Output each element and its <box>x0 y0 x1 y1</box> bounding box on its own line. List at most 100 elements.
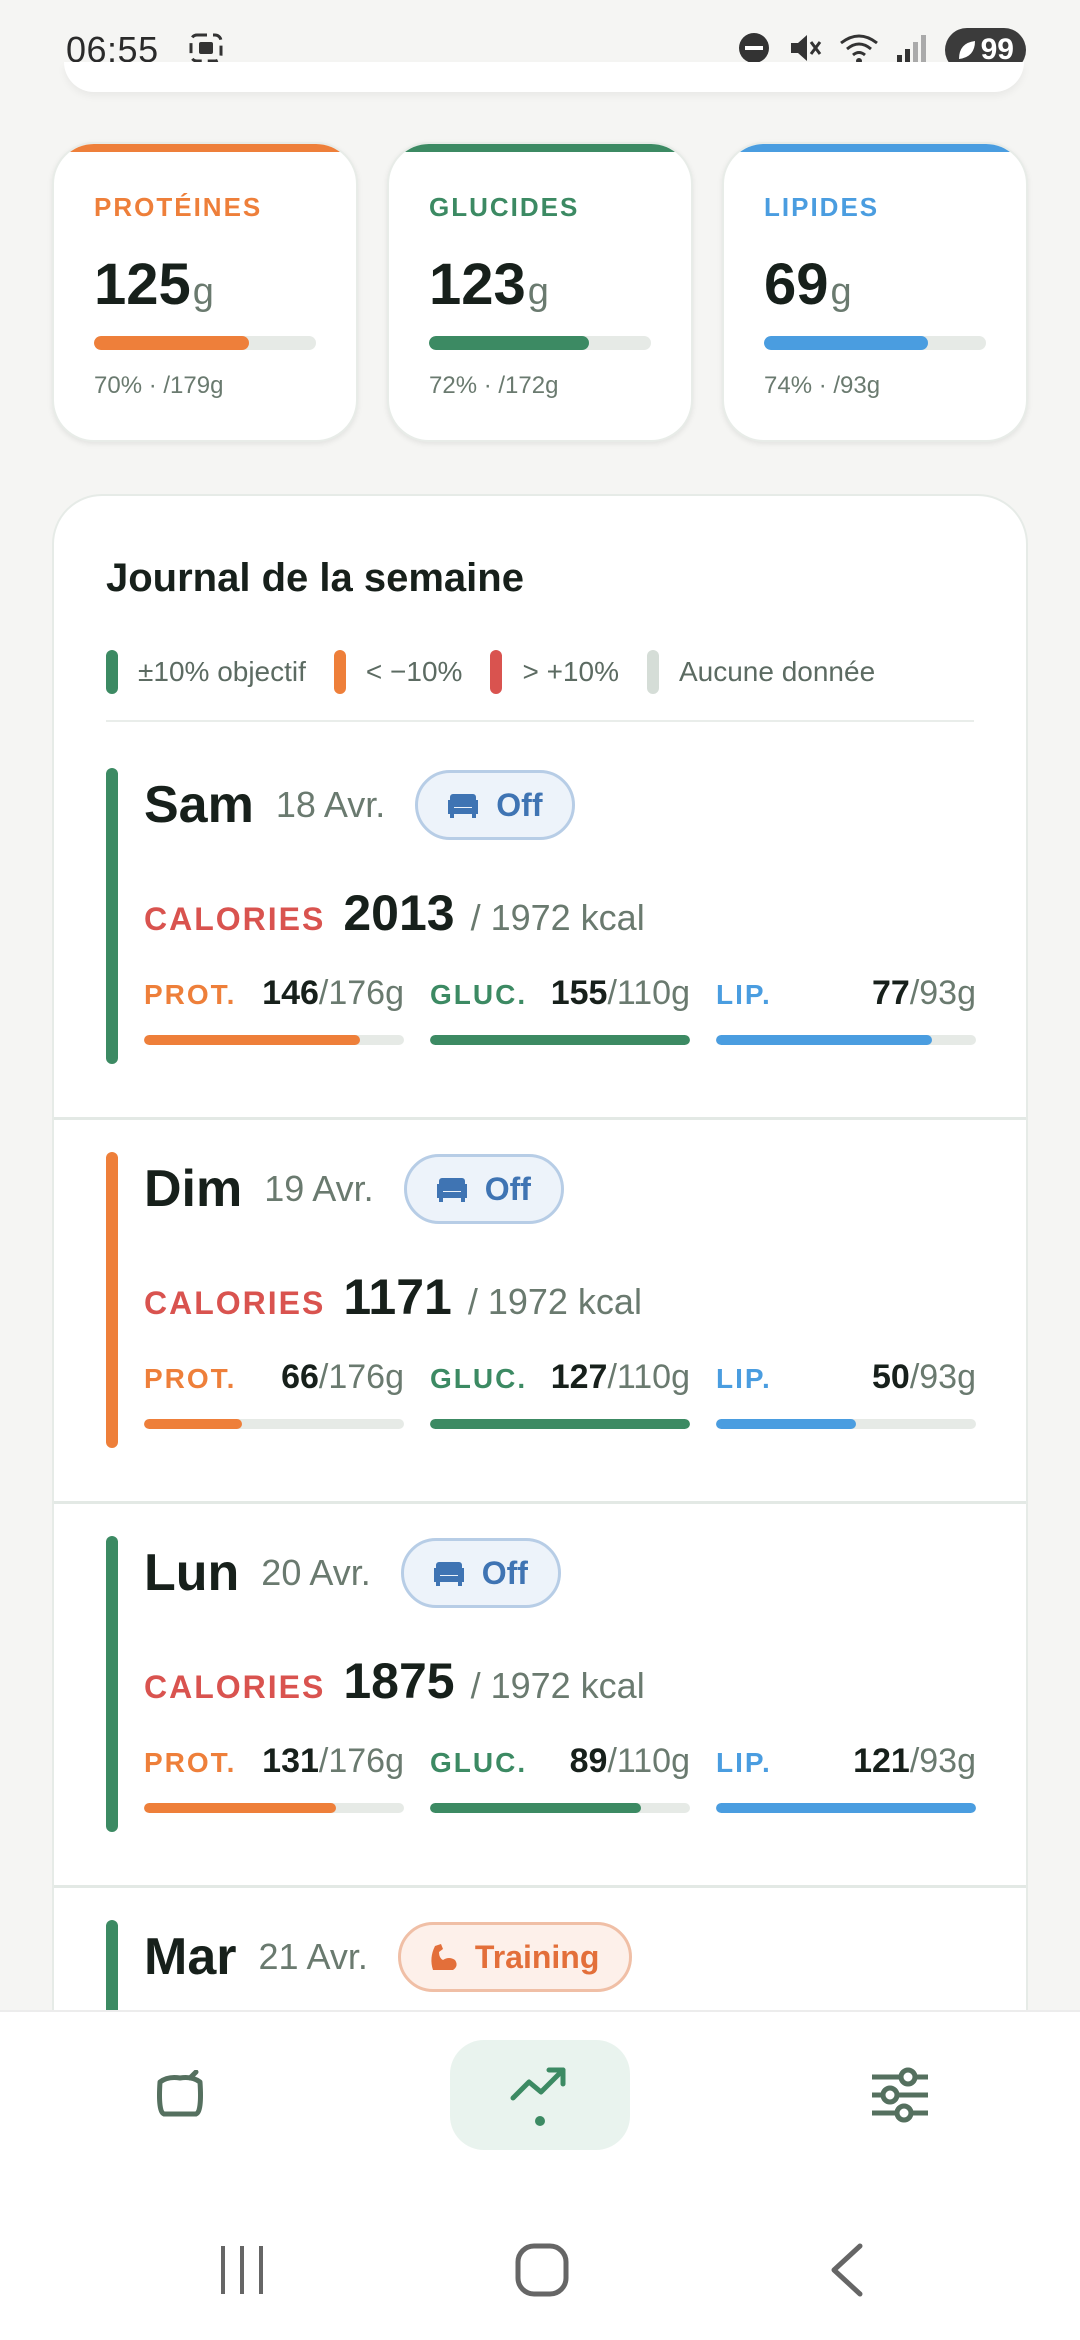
back-icon <box>831 2243 863 2297</box>
macro-accent <box>724 144 1026 152</box>
legend-swatch <box>490 650 503 694</box>
macro-progress-fill <box>430 1803 641 1813</box>
day-macro-fat: LIP. 121/93g <box>716 1742 976 1813</box>
calories-line: CALORIES 1875 / 1972 kcal <box>144 1652 645 1710</box>
active-indicator-dot <box>535 2116 545 2126</box>
calories-line: CALORIES 1171 / 1972 kcal <box>144 1268 642 1326</box>
calories-goal: / 1972 kcal <box>470 897 645 938</box>
sofa-icon <box>433 1562 464 1586</box>
macro-progress-fill <box>429 336 589 350</box>
day-type-badge[interactable]: Off <box>415 770 576 840</box>
recents-icon <box>221 2246 263 2294</box>
day-date: 19 Avr. <box>264 1168 374 1209</box>
legend-item-under: < −10% <box>333 650 462 694</box>
legend-swatch <box>106 650 118 694</box>
day-entry[interactable]: Lun 20 Avr. Off CALORIES 1875 / 1972 kca… <box>54 1504 1026 1888</box>
macro-progress-fill <box>430 1419 690 1429</box>
day-macro-carbs: GLUC. 89/110g <box>430 1742 690 1813</box>
food-icon <box>157 2070 203 2117</box>
macro-subtext: 70% · /179g <box>94 372 224 399</box>
legend-item-ok: ±10% objectif <box>106 650 306 694</box>
macro-subtext: 74% · /93g <box>764 372 881 399</box>
day-status-bar <box>106 1152 118 1448</box>
macro-progress-fill <box>716 1803 976 1813</box>
macro-progress-track <box>94 336 316 350</box>
calories-label: CALORIES <box>144 1669 326 1705</box>
leaf-icon <box>958 41 975 59</box>
day-macro-protein: PROT. 66/176g <box>144 1358 404 1429</box>
day-type-badge[interactable]: Off <box>403 1154 564 1224</box>
day-type-badge[interactable]: Off <box>400 1538 561 1608</box>
macro-progress-fill <box>764 336 929 350</box>
day-macro-protein: PROT. 146/176g <box>144 974 404 1045</box>
macro-progress-fill <box>144 1035 360 1045</box>
sofa-icon <box>448 794 479 818</box>
system-navigation <box>0 2190 1080 2340</box>
day-date: 20 Avr. <box>261 1552 371 1593</box>
macro-accent <box>389 144 691 152</box>
day-date: 18 Avr. <box>275 784 386 825</box>
macro-progress-fill <box>144 1419 242 1429</box>
home-icon <box>515 2243 569 2297</box>
divider <box>106 720 974 722</box>
bottom-navigation <box>0 2010 1080 2190</box>
legend-item-over: > +10% <box>490 650 619 694</box>
macro-card-carbs[interactable]: GLUCIDES 123g 72% · /172g <box>387 142 693 442</box>
calories-value: 2013 <box>343 885 455 941</box>
day-macros: PROT. 131/176g GLUC. 89/110g LIP. 121/93g <box>144 1742 976 1813</box>
macro-progress-fill <box>716 1419 857 1429</box>
day-macro-fat: LIP. 50/93g <box>716 1358 976 1429</box>
day-macros: PROT. 146/176g GLUC. 155/110g LIP. 77/93g <box>144 974 976 1045</box>
macro-progress-fill <box>716 1035 932 1045</box>
macro-name: GLUCIDES <box>429 192 580 222</box>
home-button[interactable] <box>502 2230 582 2310</box>
calories-goal: / 1972 kcal <box>467 1281 642 1322</box>
macro-subtext: 72% · /172g <box>429 372 559 399</box>
calories-value: 1875 <box>343 1653 455 1709</box>
macro-value: 123g <box>429 252 549 317</box>
nav-trends-button[interactable] <box>450 2040 630 2150</box>
day-name: Mar <box>144 1928 237 1986</box>
calories-line: CALORIES 2013 / 1972 kcal <box>144 884 645 942</box>
nav-settings-button[interactable] <box>810 2040 990 2150</box>
journal-title: Journal de la semaine <box>106 556 524 600</box>
macro-progress-fill <box>430 1035 690 1045</box>
legend-swatch <box>646 650 659 694</box>
macro-progress-track <box>764 336 986 350</box>
day-macros: PROT. 66/176g GLUC. 127/110g LIP. 50/93g <box>144 1358 976 1429</box>
legend-item-no-data: Aucune donnée <box>646 650 875 694</box>
macro-name: PROTÉINES <box>94 192 263 222</box>
macro-value: 125g <box>94 252 214 317</box>
legend-swatch <box>333 650 346 694</box>
journal-legend: ±10% objectif < −10% > +10% Aucune donné… <box>106 650 875 694</box>
day-status-bar <box>106 1536 118 1832</box>
day-name: Sam <box>144 776 254 834</box>
sofa-icon <box>436 1178 467 1202</box>
macro-name: LIPIDES <box>764 192 880 222</box>
recents-button[interactable] <box>202 2230 282 2310</box>
back-button[interactable] <box>806 2230 886 2310</box>
day-name: Lun <box>144 1544 240 1602</box>
calories-label: CALORIES <box>144 1285 326 1321</box>
day-macro-carbs: GLUC. 127/110g <box>430 1358 690 1429</box>
trend-icon <box>510 2067 566 2101</box>
day-entry[interactable]: Dim 19 Avr. Off CALORIES 1171 / 1972 kca… <box>54 1120 1026 1504</box>
settings-sliders-icon <box>872 2067 928 2123</box>
calories-label: CALORIES <box>144 901 326 937</box>
day-status-bar <box>106 768 118 1064</box>
macro-progress-track <box>429 336 651 350</box>
day-date: 21 Avr. <box>258 1936 368 1977</box>
macro-card-protein[interactable]: PROTÉINES 125g 70% · /179g <box>52 142 358 442</box>
day-entry[interactable]: Sam 18 Avr. Off CALORIES 2013 / 1972 kca… <box>54 736 1026 1120</box>
day-type-badge[interactable]: Training <box>397 1922 633 1992</box>
macro-accent <box>54 144 356 152</box>
day-macro-protein: PROT. 131/176g <box>144 1742 404 1813</box>
nav-food-button[interactable] <box>90 2040 270 2150</box>
flexed-arm-icon <box>431 1944 457 1970</box>
calories-goal: / 1972 kcal <box>470 1665 645 1706</box>
macro-progress-fill <box>94 336 250 350</box>
day-macro-fat: LIP. 77/93g <box>716 974 976 1045</box>
macro-summary: PROTÉINES 125g 70% · /179g GLUCIDES 123g… <box>52 142 1028 442</box>
macro-card-fat[interactable]: LIPIDES 69g 74% · /93g <box>722 142 1028 442</box>
macro-progress-fill <box>144 1803 337 1813</box>
